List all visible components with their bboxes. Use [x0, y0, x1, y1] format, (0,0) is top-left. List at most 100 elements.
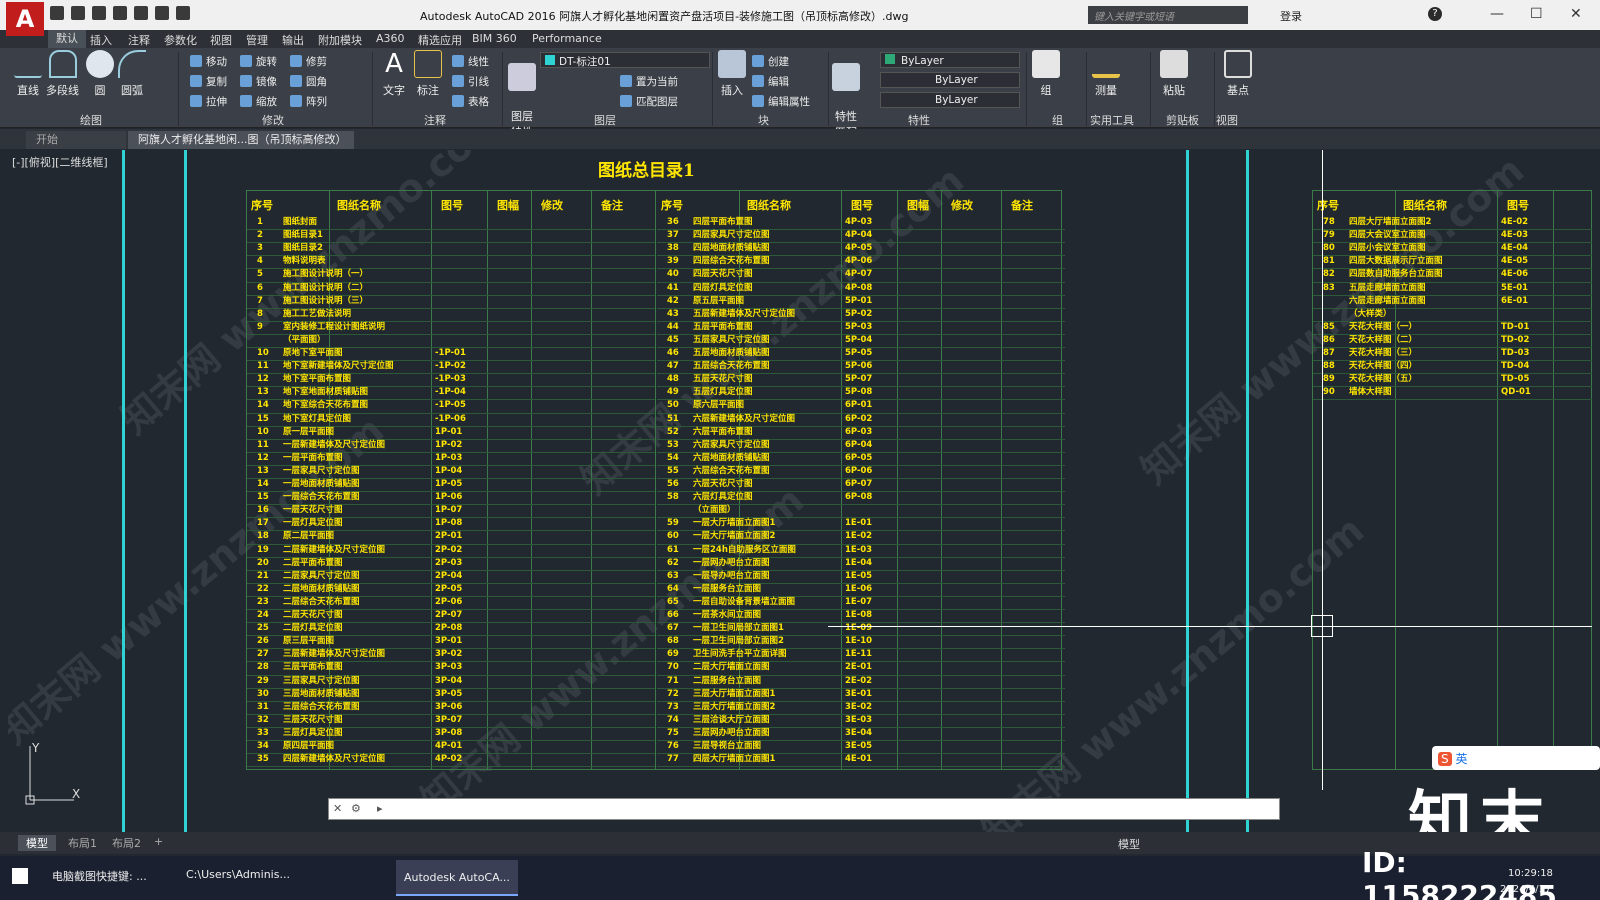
edit-block-button[interactable]: 编辑	[752, 74, 789, 89]
group-tool[interactable]: 组	[1032, 50, 1060, 98]
layer-dropdown[interactable]: DT-标注01	[540, 52, 710, 68]
table-cell-code: 6P-07	[845, 479, 873, 489]
leader-icon	[452, 75, 464, 87]
ribbon-tab-parametric[interactable]: 参数化	[164, 32, 197, 48]
panel-draw[interactable]: 绘图	[80, 112, 102, 128]
circle-tool[interactable]: 圆	[86, 50, 114, 98]
application-menu-button[interactable]: A	[6, 2, 44, 36]
maximize-button[interactable]: ☐	[1530, 6, 1543, 22]
fillet-button[interactable]: 圆角	[290, 74, 327, 89]
table-cell-code: TD-05	[1501, 374, 1530, 385]
ribbon-tab-annotate[interactable]: 注释	[128, 32, 150, 48]
save-as-icon[interactable]	[113, 6, 127, 20]
scale-button[interactable]: 缩放	[240, 94, 277, 109]
taskbar-item-autocad[interactable]: Autodesk AutoCA...	[396, 860, 518, 896]
polyline-tool[interactable]: 多段线	[46, 50, 79, 98]
ribbon-tab-insert[interactable]: 插入	[90, 32, 112, 48]
layout-tab-model[interactable]: 模型	[18, 835, 56, 851]
linetype-dropdown[interactable]: ByLayer	[880, 72, 1020, 88]
match-properties-tool[interactable]: 特性 匹配	[832, 50, 860, 140]
panel-annotation[interactable]: 注释	[424, 112, 446, 128]
set-current-button[interactable]: 置为当前	[620, 74, 678, 89]
mirror-button[interactable]: 镜像	[240, 74, 277, 89]
panel-block[interactable]: 块	[758, 112, 769, 128]
table-button[interactable]: 表格	[452, 94, 489, 109]
redo-icon[interactable]	[176, 6, 190, 20]
ribbon-tab-view[interactable]: 视图	[210, 32, 232, 48]
paste-tool[interactable]: 粘贴	[1160, 50, 1188, 98]
command-close-icon[interactable]: ✕	[333, 802, 342, 815]
taskbar-item-browser[interactable]: 电脑截图快捷键: ...	[52, 868, 147, 884]
create-block-button[interactable]: 创建	[752, 54, 789, 69]
new-icon[interactable]	[50, 6, 64, 20]
rotate-button[interactable]: 旋转	[240, 54, 277, 69]
measure-tool[interactable]: 测量	[1092, 50, 1120, 98]
status-model-space[interactable]: 模型	[1118, 836, 1140, 852]
table-cell-name: （大样类）	[1349, 308, 1392, 319]
table-cell-name: 卫生间洗手台平立面详图	[693, 649, 787, 660]
ribbon-tab-default[interactable]: 默认	[48, 30, 86, 48]
taskbar-item-explorer[interactable]: C:\Users\Adminis...	[186, 868, 290, 881]
panel-utilities[interactable]: 实用工具	[1090, 112, 1134, 128]
edit-block-label: 编辑	[768, 76, 789, 88]
leader-button[interactable]: 引线	[452, 74, 489, 89]
base-point-tool[interactable]: 基点	[1224, 50, 1252, 98]
open-icon[interactable]	[71, 6, 85, 20]
table-cell-number: 15	[257, 492, 269, 503]
print-icon[interactable]	[134, 6, 148, 20]
ribbon-tab-a360[interactable]: A360	[376, 32, 405, 45]
dimension-tool[interactable]: 标注	[414, 50, 442, 98]
minimize-button[interactable]: —	[1490, 6, 1504, 22]
viewport-controls[interactable]: [-][俯视][二维线框]	[12, 154, 108, 170]
copy-button[interactable]: 复制	[190, 74, 227, 89]
panel-view[interactable]: 视图	[1216, 112, 1238, 128]
table-cell-name: 原二层平面图	[283, 531, 335, 542]
close-button[interactable]: ✕	[1570, 6, 1582, 22]
ribbon-tab-addins[interactable]: 附加模块	[318, 32, 362, 48]
line-tool[interactable]: 直线	[14, 50, 42, 98]
arc-tool[interactable]: 圆弧	[118, 50, 146, 98]
add-layout-button[interactable]: +	[146, 835, 171, 848]
base-point-label: 基点	[1227, 84, 1249, 97]
help-icon[interactable]: ?	[1428, 7, 1442, 21]
doc-tab-drawing[interactable]: 阿旗人才孵化基地闲...图（吊顶标高修改）*	[128, 131, 354, 164]
stretch-button[interactable]: 拉伸	[190, 94, 227, 109]
doc-tab-start[interactable]: 开始	[26, 131, 126, 149]
lineweight-dropdown[interactable]: ByLayer	[880, 92, 1020, 108]
ribbon-tab-manage[interactable]: 管理	[246, 32, 268, 48]
trim-button[interactable]: 修剪	[290, 54, 327, 69]
panel-properties[interactable]: 特性	[908, 112, 930, 128]
ribbon-tab-bim360[interactable]: BIM 360	[472, 32, 517, 45]
command-settings-icon[interactable]: ⚙	[351, 802, 361, 815]
panel-layers[interactable]: 图层	[594, 112, 616, 128]
table-cell-code: 5P-06	[845, 361, 873, 372]
ribbon-tab-bar: 默认 插入 注释 参数化 视图 管理 输出 附加模块 A360 精选应用 BIM…	[0, 30, 1600, 48]
undo-icon[interactable]	[155, 6, 169, 20]
color-dropdown[interactable]: ByLayer	[880, 52, 1020, 68]
ime-toolbar[interactable]: S 英	[1432, 746, 1600, 770]
windows-start-icon[interactable]	[12, 868, 28, 884]
save-icon[interactable]	[92, 6, 106, 20]
table-cell-number: 70	[667, 662, 679, 673]
search-input[interactable]: 键入关键字或短语	[1088, 6, 1248, 24]
layout-tab-2[interactable]: 布局2	[104, 835, 149, 851]
insert-block-tool[interactable]: 插入	[718, 50, 746, 98]
edit-attributes-button[interactable]: 编辑属性	[752, 94, 810, 109]
text-tool[interactable]: A 文字	[380, 50, 408, 98]
drawing-area[interactable]: [-][俯视][二维线框] 知末网 www.znzmo.com 知末网 www.…	[8, 150, 1592, 832]
login-button[interactable]: 登录	[1280, 8, 1302, 24]
command-line-input[interactable]: ✕ ⚙ ▸	[328, 798, 1280, 820]
ribbon-tab-output[interactable]: 输出	[282, 32, 304, 48]
array-button[interactable]: 阵列	[290, 94, 327, 109]
ribbon-tab-performance[interactable]: Performance	[532, 32, 602, 45]
layout-tab-1[interactable]: 布局1	[60, 835, 105, 851]
linear-button[interactable]: 线性	[452, 54, 489, 69]
panel-clipboard[interactable]: 剪贴板	[1166, 112, 1199, 128]
layer-properties-tool[interactable]: 图层 特性	[508, 50, 536, 140]
move-button[interactable]: 移动	[190, 54, 227, 69]
ribbon-tab-featured[interactable]: 精选应用	[418, 32, 462, 48]
match-layer-button[interactable]: 匹配图层	[620, 94, 678, 109]
table-column-line	[941, 191, 942, 769]
panel-groups[interactable]: 组	[1052, 112, 1063, 128]
panel-modify[interactable]: 修改	[262, 112, 284, 128]
